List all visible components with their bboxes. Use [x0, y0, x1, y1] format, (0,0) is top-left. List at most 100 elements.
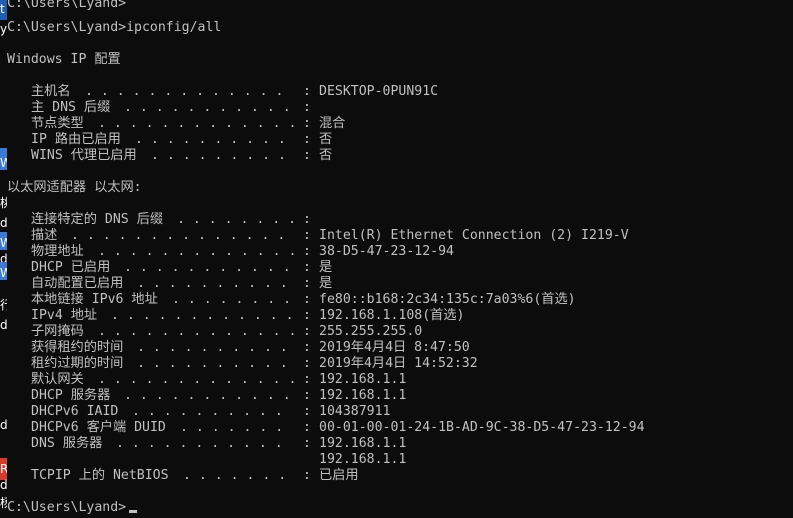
config-label: 主 DNS 后缀: [31, 100, 111, 115]
strip-char: d: [0, 216, 7, 230]
config-value: 255.255.255.0: [319, 324, 423, 339]
leader-dots: . . . . . . . . . .: [129, 276, 288, 291]
strip-char: 杨: [0, 496, 7, 510]
separator-colon: :: [303, 356, 311, 371]
leader-dots: . . . . . . . . . . .: [108, 436, 283, 451]
leader-dots: . . . . . . . . . . .: [116, 100, 291, 115]
leader-dots: . . . . . . . . . . . .: [103, 308, 294, 323]
separator-colon: :: [303, 84, 311, 99]
separator-colon: :: [303, 468, 311, 483]
config-value: 2019年4月4日 8:47:50: [319, 340, 470, 355]
separator-colon: :: [303, 100, 311, 115]
separator-colon: :: [303, 388, 311, 403]
leader-dots: . . . . . . . .: [164, 292, 292, 307]
leader-dots: . . . . . . . . . . . . .: [90, 244, 297, 259]
prompt-line[interactable]: C:\Users\Lyand>: [7, 500, 126, 516]
strip-char: d: [0, 478, 7, 492]
strip-char: d: [0, 418, 7, 432]
config-label: 物理地址: [31, 244, 84, 259]
config-label: 连接特定的 DNS 后缀: [31, 212, 164, 227]
config-label: 子网掩码: [31, 324, 84, 339]
leader-dots: . . . . . . .: [172, 420, 284, 435]
separator-colon: :: [303, 244, 311, 259]
config-value: 192.168.1.108(首选): [319, 308, 465, 323]
config-label: 默认网关: [31, 372, 84, 387]
config-label: DHCPv6 IAID: [31, 404, 119, 419]
leader-dots: . . . . . . . . . . . . . .: [63, 228, 286, 243]
config-value: 2019年4月4日 14:52:32: [319, 356, 478, 371]
separator-colon: :: [303, 148, 311, 163]
text-cursor: [129, 510, 137, 513]
separator-colon: :: [303, 404, 311, 419]
separator-colon: :: [303, 324, 311, 339]
config-value: 00-01-00-01-24-1B-AD-9C-38-D5-47-23-12-9…: [319, 420, 645, 435]
strip-char: W: [0, 266, 7, 280]
leader-dots: . . . . . . . . . . . . .: [90, 324, 297, 339]
config-label: 获得租约的时间: [31, 340, 124, 355]
strip-char: t: [0, 2, 5, 16]
config-label: 描述: [31, 228, 58, 243]
config-label: DNS 服务器: [31, 436, 103, 451]
leader-dots: . . . . . . .: [175, 468, 287, 483]
separator-colon: :: [303, 372, 311, 387]
leader-dots: . . . . . . . . . . . . .: [90, 372, 297, 387]
section-header: Windows IP 配置: [7, 52, 121, 67]
leader-dots: . . . . . . . . .: [143, 148, 286, 163]
config-label: DHCPv6 客户端 DUID: [31, 420, 166, 435]
config-value: 38-D5-47-23-12-94: [319, 244, 454, 259]
config-label: TCPIP 上的 NetBIOS: [31, 468, 169, 483]
strip-char: d: [0, 318, 7, 332]
config-label: 本地链接 IPv6 地址: [31, 292, 158, 307]
leader-dots: . . . . . . . .: [169, 212, 297, 227]
config-value: Intel(R) Ethernet Connection (2) I219-V: [319, 228, 629, 243]
strip-char: W: [0, 236, 7, 250]
leader-dots: . . . . . . . . . . . . .: [90, 116, 297, 131]
config-value: 是: [319, 276, 333, 291]
strip-char: 行: [0, 298, 7, 312]
config-label: 节点类型: [31, 116, 84, 131]
config-label: WINS 代理已启用: [31, 148, 137, 163]
strip-char: W: [0, 156, 7, 170]
adapter-title: 以太网适配器 以太网:: [7, 180, 142, 195]
config-value: 已启用: [319, 468, 359, 483]
separator-colon: :: [303, 308, 311, 323]
leader-dots: . . . . . . . . . .: [127, 132, 286, 147]
separator-colon: :: [303, 292, 311, 307]
leader-dots: . . . . . . . . . . .: [116, 388, 291, 403]
separator-colon: :: [303, 116, 311, 131]
separator-colon: :: [303, 228, 311, 243]
separator-colon: :: [303, 340, 311, 355]
separator-colon: :: [303, 212, 311, 227]
config-value: 192.168.1.1: [319, 388, 407, 403]
config-value: 是: [319, 260, 333, 275]
leader-dots: . . . . . . . . . . . . .: [77, 84, 284, 99]
strip-char: 桃: [0, 196, 7, 210]
config-value: 192.168.1.1: [319, 452, 407, 467]
separator-colon: :: [303, 260, 311, 275]
config-value: 192.168.1.1: [319, 372, 407, 387]
separator-colon: :: [303, 436, 311, 451]
config-label: 主机名: [31, 84, 71, 99]
leader-dots: . . . . . . . . . .: [129, 340, 288, 355]
config-label: 自动配置已启用: [31, 276, 124, 291]
config-value: DESKTOP-0PUN91C: [319, 84, 439, 99]
config-value: 否: [319, 132, 333, 147]
leader-dots: . . . . . . . . . .: [129, 356, 288, 371]
prompt-line-partial: C:\Users\Lyand>: [7, 0, 127, 11]
config-value: 104387911: [319, 404, 391, 419]
strip-char: y: [0, 22, 7, 36]
strip-char: R: [0, 462, 7, 476]
separator-colon: :: [303, 420, 311, 435]
config-label: DHCP 已启用: [31, 260, 111, 275]
config-label: IPv4 地址: [31, 308, 98, 323]
command-line: C:\Users\Lyand>ipconfig/all: [7, 20, 222, 35]
config-label: IP 路由已启用: [31, 132, 121, 147]
terminal-window[interactable]: t y W 桃 d W d W 行 d d R d 杨 C:\Users\Lya…: [0, 0, 793, 518]
config-value: 否: [319, 148, 333, 163]
leader-dots: . . . . . . . . . .: [124, 404, 283, 419]
config-value: 192.168.1.1: [319, 436, 407, 451]
background-window-strip: t y W 桃 d W d W 行 d d R d 杨: [0, 0, 7, 518]
config-value: 混合: [319, 116, 346, 131]
separator-colon: :: [303, 132, 311, 147]
config-label: 租约过期的时间: [31, 356, 124, 371]
